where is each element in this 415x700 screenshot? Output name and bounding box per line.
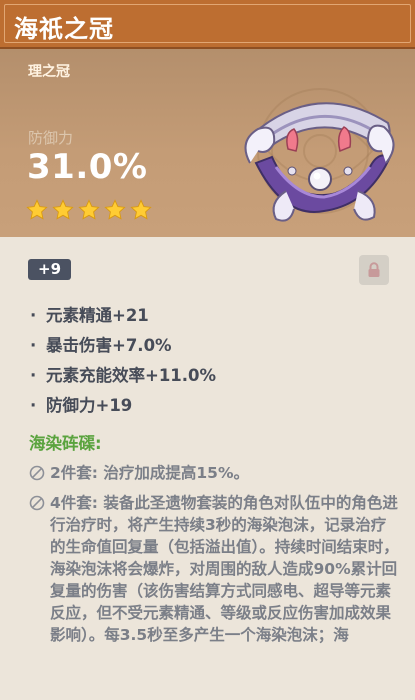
rarity-stars — [26, 199, 152, 221]
circlet-icon — [244, 88, 395, 222]
lock-icon — [368, 262, 380, 277]
star-icon — [104, 199, 126, 220]
star-icon — [78, 199, 100, 220]
set-effect-2pc: 2件套: 治疗加成提高15%。 — [29, 462, 401, 484]
substat-item: · 防御力+19 — [30, 396, 133, 415]
artifact-summary-panel: 理之冠 防御力 31.0% — [0, 49, 415, 237]
substat-item: · 暴击伤害+7.0% — [30, 336, 172, 355]
artifact-card: 海祇之冠 理之冠 防御力 31.0% +9 · 元素精通+21 · 暴击伤害+7… — [0, 0, 415, 700]
artifact-details-panel: +9 · 元素精通+21 · 暴击伤害+7.0% · 元素充能效率+11.0% · 防御… — [0, 237, 415, 700]
set-effect-4pc: 4件套: 装备此圣遗物套装的角色对队伍中的角色进行治疗时，将产生持续3秒的海染泡… — [29, 492, 401, 646]
artifact-title: 海祇之冠 — [14, 15, 114, 43]
star-icon — [52, 199, 74, 220]
star-icon — [26, 199, 48, 220]
level-badge: +9 — [28, 259, 72, 280]
lock-button[interactable] — [359, 255, 389, 285]
substat-item: · 元素精通+21 — [30, 306, 149, 325]
substat-item: · 元素充能效率+11.0% — [30, 366, 217, 385]
header-bar: 海祇之冠 — [0, 0, 415, 49]
inactive-effect-icon — [29, 465, 45, 481]
artifact-slot-type: 理之冠 — [28, 64, 70, 80]
inactive-effect-icon — [29, 495, 45, 511]
main-stat-value: 31.0% — [27, 147, 148, 187]
main-stat-label: 防御力 — [28, 129, 74, 147]
substat-list: · 元素精通+21 · 暴击伤害+7.0% · 元素充能效率+11.0% · 防御力+1… — [30, 301, 216, 421]
star-icon — [130, 199, 152, 220]
set-name: 海染砗磲: — [29, 434, 102, 453]
